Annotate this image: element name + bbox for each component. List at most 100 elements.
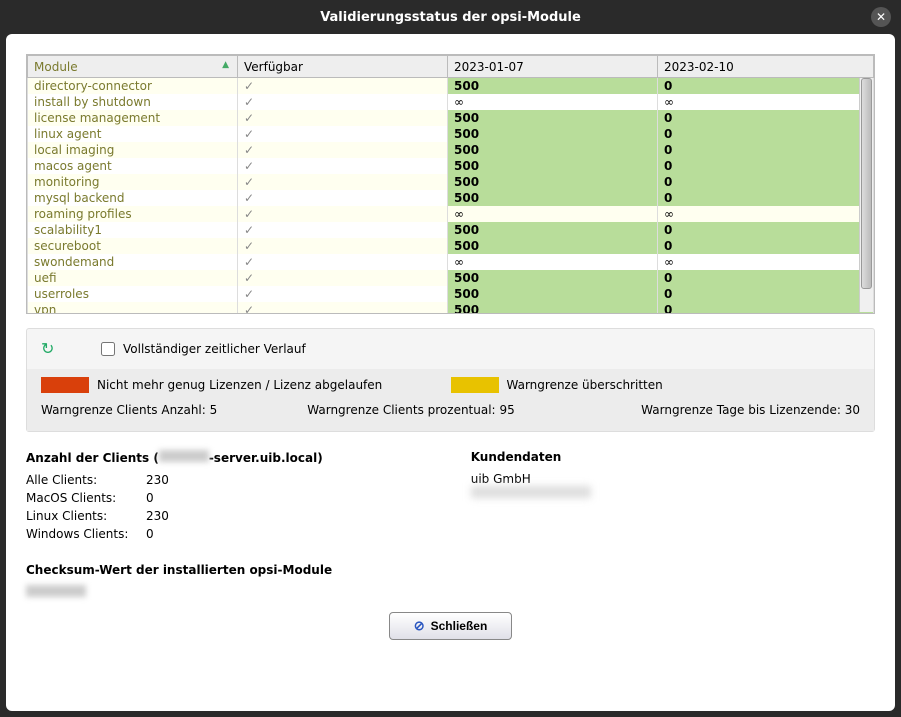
table-row[interactable]: local imaging✓5000 <box>28 142 874 158</box>
legend-swatch-yellow <box>451 377 499 393</box>
table-row[interactable]: userroles✓5000 <box>28 286 874 302</box>
cell-date1: 500 <box>448 78 658 95</box>
table-row[interactable]: secureboot✓5000 <box>28 238 874 254</box>
cell-module: userroles <box>28 286 238 302</box>
table-row[interactable]: uefi✓5000 <box>28 270 874 286</box>
col-header-date2[interactable]: 2023-02-10 <box>658 56 874 78</box>
cell-available: ✓ <box>238 110 448 126</box>
cell-date2: ∞ <box>658 94 874 110</box>
cell-available: ✓ <box>238 254 448 270</box>
cell-date1: 500 <box>448 126 658 142</box>
cell-date1: 500 <box>448 190 658 206</box>
cell-date1: 500 <box>448 142 658 158</box>
reload-icon[interactable]: ↻ <box>41 339 61 359</box>
cell-available: ✓ <box>238 94 448 110</box>
titlebar: Validierungsstatus der opsi-Module ✕ <box>0 0 901 34</box>
legend-swatch-red <box>41 377 89 393</box>
cell-available: ✓ <box>238 222 448 238</box>
cell-available: ✓ <box>238 238 448 254</box>
cell-available: ✓ <box>238 302 448 314</box>
cell-module: install by shutdown <box>28 94 238 110</box>
col-header-available[interactable]: Verfügbar <box>238 56 448 78</box>
cell-date1: 500 <box>448 302 658 314</box>
cell-module: monitoring <box>28 174 238 190</box>
cell-date2: 0 <box>658 78 874 95</box>
redacted-checksum <box>26 585 86 597</box>
table-row[interactable]: mysql backend✓5000 <box>28 190 874 206</box>
table-row[interactable]: directory-connector✓5000 <box>28 78 874 95</box>
cell-module: swondemand <box>28 254 238 270</box>
cell-module: directory-connector <box>28 78 238 95</box>
cell-available: ✓ <box>238 190 448 206</box>
cell-date2: 0 <box>658 158 874 174</box>
cell-module: vpn <box>28 302 238 314</box>
threshold-percent: Warngrenze Clients prozentual: 95 <box>307 403 514 417</box>
scrollbar-thumb[interactable] <box>861 78 872 289</box>
cell-module: uefi <box>28 270 238 286</box>
cell-module: macos agent <box>28 158 238 174</box>
col-header-date1[interactable]: 2023-01-07 <box>448 56 658 78</box>
table-row[interactable]: roaming profiles✓∞∞ <box>28 206 874 222</box>
cell-available: ✓ <box>238 158 448 174</box>
cell-module: secureboot <box>28 238 238 254</box>
clients-all: Alle Clients:230 <box>26 473 471 487</box>
cell-module: mysql backend <box>28 190 238 206</box>
close-window-button[interactable]: ✕ <box>871 7 891 27</box>
table-row[interactable]: linux agent✓5000 <box>28 126 874 142</box>
modules-table: Module Verfügbar 2023-01-07 2023-02-10 d… <box>26 54 875 314</box>
clients-windows: Windows Clients:0 <box>26 527 471 541</box>
table-header-row: Module Verfügbar 2023-01-07 2023-02-10 <box>28 56 874 78</box>
cell-date2: 0 <box>658 142 874 158</box>
cell-available: ✓ <box>238 286 448 302</box>
cell-date2: 0 <box>658 110 874 126</box>
cell-module: linux agent <box>28 126 238 142</box>
col-header-module[interactable]: Module <box>28 56 238 78</box>
table-row[interactable]: vpn✓5000 <box>28 302 874 314</box>
cell-date1: ∞ <box>448 94 658 110</box>
cell-module: roaming profiles <box>28 206 238 222</box>
table-row[interactable]: monitoring✓5000 <box>28 174 874 190</box>
close-button-label: Schließen <box>431 619 488 633</box>
cell-module: scalability1 <box>28 222 238 238</box>
threshold-days: Warngrenze Tage bis Lizenzende: 30 <box>641 403 860 417</box>
table-scrollbar[interactable] <box>859 78 873 312</box>
cell-date2: 0 <box>658 238 874 254</box>
table-row[interactable]: macos agent✓5000 <box>28 158 874 174</box>
legend-red-label: Nicht mehr genug Lizenzen / Lizenz abgel… <box>97 378 382 392</box>
cell-available: ✓ <box>238 78 448 95</box>
cell-date2: 0 <box>658 222 874 238</box>
cell-available: ✓ <box>238 174 448 190</box>
cell-available: ✓ <box>238 142 448 158</box>
redacted-customer-detail <box>471 486 591 498</box>
cell-module: license management <box>28 110 238 126</box>
cell-date2: ∞ <box>658 254 874 270</box>
cell-available: ✓ <box>238 126 448 142</box>
cell-date1: ∞ <box>448 206 658 222</box>
cell-date2: 0 <box>658 302 874 314</box>
full-history-checkbox[interactable]: Vollständiger zeitlicher Verlauf <box>101 342 306 356</box>
full-history-checkbox-input[interactable] <box>101 342 115 356</box>
cell-date1: 500 <box>448 174 658 190</box>
threshold-count: Warngrenze Clients Anzahl: 5 <box>41 403 217 417</box>
table-row[interactable]: scalability1✓5000 <box>28 222 874 238</box>
table-row[interactable]: install by shutdown✓∞∞ <box>28 94 874 110</box>
close-button[interactable]: ⊘ Schließen <box>389 612 513 640</box>
cell-date1: 500 <box>448 110 658 126</box>
customer-name: uib GmbH <box>471 472 875 486</box>
customer-heading: Kundendaten <box>471 450 875 464</box>
table-row[interactable]: license management✓5000 <box>28 110 874 126</box>
cell-available: ✓ <box>238 206 448 222</box>
cell-date1: 500 <box>448 286 658 302</box>
stop-icon: ⊘ <box>414 618 425 634</box>
window-body: Module Verfügbar 2023-01-07 2023-02-10 d… <box>6 34 895 711</box>
table-row[interactable]: swondemand✓∞∞ <box>28 254 874 270</box>
full-history-label: Vollständiger zeitlicher Verlauf <box>123 342 306 356</box>
clients-linux: Linux Clients:230 <box>26 509 471 523</box>
clients-macos: MacOS Clients:0 <box>26 491 471 505</box>
cell-date2: ∞ <box>658 206 874 222</box>
cell-date2: 0 <box>658 286 874 302</box>
cell-available: ✓ <box>238 270 448 286</box>
cell-date1: 500 <box>448 238 658 254</box>
controls-panel: ↻ Vollständiger zeitlicher Verlauf Nicht… <box>26 328 875 432</box>
clients-heading: Anzahl der Clients (-server.uib.local) <box>26 450 471 465</box>
